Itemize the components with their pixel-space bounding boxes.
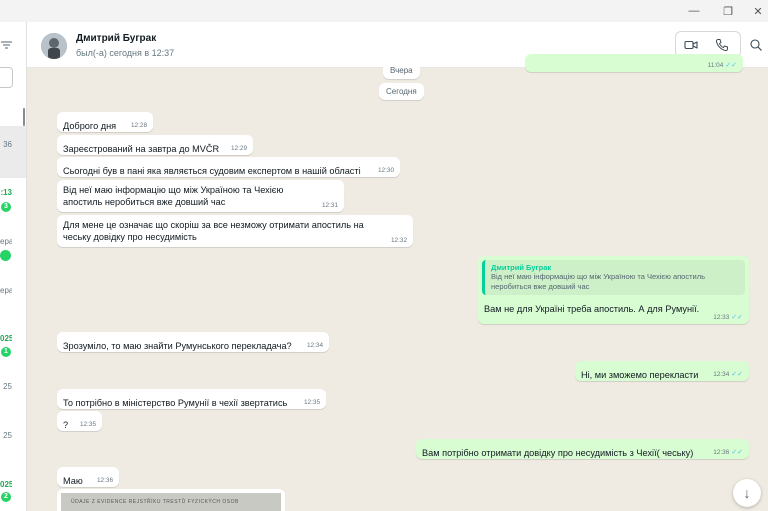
scroll-to-bottom-button[interactable]: ↓ bbox=[733, 479, 761, 507]
message-time: 12:30 bbox=[378, 167, 394, 174]
message-text: Сьогодні був в пані яка являється судови… bbox=[63, 166, 361, 176]
unread-badge: 1 bbox=[1, 347, 11, 357]
message-time: 11:04 ✓✓ bbox=[707, 62, 737, 69]
chat-time: 025 bbox=[0, 334, 12, 343]
read-ticks-icon: ✓✓ bbox=[731, 314, 743, 321]
voice-call-icon[interactable] bbox=[715, 38, 729, 52]
message-text: Вам не для Україні треба апостиль. А для… bbox=[484, 304, 700, 314]
document-image: ÚDAJE Z EVIDENCE REJSTŘÍKU TRESTŮ FYZICK… bbox=[61, 493, 281, 511]
quoted-message[interactable]: Дмитрий Буграк Від неї маю інформацію що… bbox=[482, 260, 745, 295]
unread-badge: 3 bbox=[1, 202, 11, 212]
message-text: Доброго дня bbox=[63, 121, 117, 131]
message-text: Ні, ми зможемо перекласти bbox=[581, 370, 699, 380]
read-ticks-icon: ✓✓ bbox=[725, 62, 737, 69]
avatar-photo-icon bbox=[41, 33, 67, 59]
chat-time: :13 bbox=[0, 188, 12, 197]
message-time: 12:33 ✓✓ bbox=[713, 314, 743, 321]
read-ticks-icon: ✓✓ bbox=[731, 371, 743, 378]
message-bubble-outgoing[interactable]: Ні, ми зможемо перекласти 12:34 ✓✓ bbox=[575, 361, 749, 381]
document-text: ÚDAJE Z EVIDENCE REJSTŘÍKU TRESTŮ FYZICK… bbox=[71, 499, 239, 505]
quoted-text: Від неї маю інформацію що між Україною т… bbox=[491, 272, 706, 291]
message-bubble-incoming[interactable]: То потрібно в міністерство Румунії в чех… bbox=[57, 389, 326, 409]
chat-time: 25 bbox=[3, 382, 12, 391]
message-text: Вам потрібно отримати довідку про несуди… bbox=[422, 448, 694, 458]
message-time: 12:34 bbox=[307, 342, 323, 349]
message-bubble-incoming[interactable]: Сьогодні був в пані яка являється судови… bbox=[57, 157, 400, 177]
message-time: 12:36 bbox=[97, 477, 113, 484]
message-time: 12:36 ✓✓ bbox=[713, 449, 743, 456]
message-bubble-incoming[interactable]: Для мене це означає що скоріш за все нез… bbox=[57, 215, 413, 247]
video-call-icon[interactable] bbox=[684, 38, 698, 52]
chat-time: ера bbox=[0, 286, 12, 295]
message-bubble-incoming[interactable]: Від неї маю інформацію що між Україною т… bbox=[57, 180, 344, 212]
message-time: 12:28 bbox=[131, 122, 147, 129]
message-bubble-outgoing[interactable]: 11:04 ✓✓ bbox=[525, 54, 743, 72]
message-bubble-incoming[interactable]: Маю 12:36 bbox=[57, 467, 119, 487]
message-text: Маю bbox=[63, 476, 83, 486]
date-separator: Вчера bbox=[383, 62, 420, 79]
contact-name[interactable]: Дмитрий Буграк bbox=[76, 33, 156, 44]
unread-badge: 2 bbox=[1, 492, 11, 502]
message-bubble-incoming[interactable]: Зрозуміло, то маю знайти Румунського пер… bbox=[57, 332, 329, 352]
chat-time: 25 bbox=[3, 431, 12, 440]
message-bubble-incoming[interactable]: Зареєстрований на завтра до MVČR 12:29 bbox=[57, 135, 253, 155]
message-text: То потрібно в міністерство Румунії в чех… bbox=[63, 398, 288, 408]
chat-list-sidebar: 36 :13 3 ера ера 025 1 25 25 025 2 bbox=[0, 22, 27, 511]
message-text: Від неї маю інформацію що між Україною т… bbox=[63, 185, 284, 207]
close-button[interactable]: ✕ bbox=[740, 0, 768, 22]
message-time: 12:35 bbox=[304, 399, 320, 406]
message-bubble-incoming[interactable]: ? 12:35 bbox=[57, 411, 102, 431]
chat-time: 025 bbox=[0, 480, 12, 489]
filter-icon[interactable] bbox=[1, 40, 12, 50]
message-bubble-incoming[interactable]: Доброго дня 12:28 bbox=[57, 112, 153, 132]
message-time: 12:32 bbox=[391, 237, 407, 244]
arrow-down-icon: ↓ bbox=[743, 485, 751, 501]
message-text: Зареєстрований на завтра до MVČR bbox=[63, 144, 220, 154]
minimize-button[interactable]: — bbox=[676, 0, 712, 22]
message-time: 12:34 ✓✓ bbox=[713, 371, 743, 378]
read-ticks-icon: ✓✓ bbox=[731, 449, 743, 456]
message-text: Зрозуміло, то маю знайти Румунського пер… bbox=[63, 341, 292, 351]
sidebar-scrollbar[interactable] bbox=[23, 108, 25, 126]
quoted-sender-name: Дмитрий Буграк bbox=[491, 263, 552, 272]
search-icon[interactable] bbox=[749, 38, 763, 52]
unread-dot bbox=[0, 250, 11, 261]
message-text: ? bbox=[63, 420, 69, 430]
message-time: 12:31 bbox=[322, 202, 338, 209]
window-titlebar: — ❐ ✕ bbox=[0, 0, 768, 22]
message-time: 12:29 bbox=[231, 145, 247, 152]
message-time: 12:35 bbox=[80, 421, 96, 428]
chat-time: ера bbox=[0, 237, 12, 246]
last-seen-status: был(-а) сегодня в 12:37 bbox=[76, 48, 175, 58]
message-text: Для мене це означає що скоріш за все нез… bbox=[63, 220, 364, 242]
message-bubble-outgoing[interactable]: Вам потрібно отримати довідку про несуди… bbox=[416, 439, 749, 459]
message-bubble-outgoing[interactable]: Дмитрий Буграк Від неї маю інформацію що… bbox=[478, 256, 749, 324]
image-attachment[interactable]: ÚDAJE Z EVIDENCE REJSTŘÍKU TRESTŮ FYZICK… bbox=[57, 489, 285, 511]
selected-chat-highlight[interactable] bbox=[0, 126, 26, 178]
chat-time: 36 bbox=[3, 140, 12, 149]
avatar[interactable] bbox=[41, 33, 67, 59]
date-separator: Сегодня bbox=[379, 83, 424, 100]
search-box-edge[interactable] bbox=[0, 67, 13, 88]
